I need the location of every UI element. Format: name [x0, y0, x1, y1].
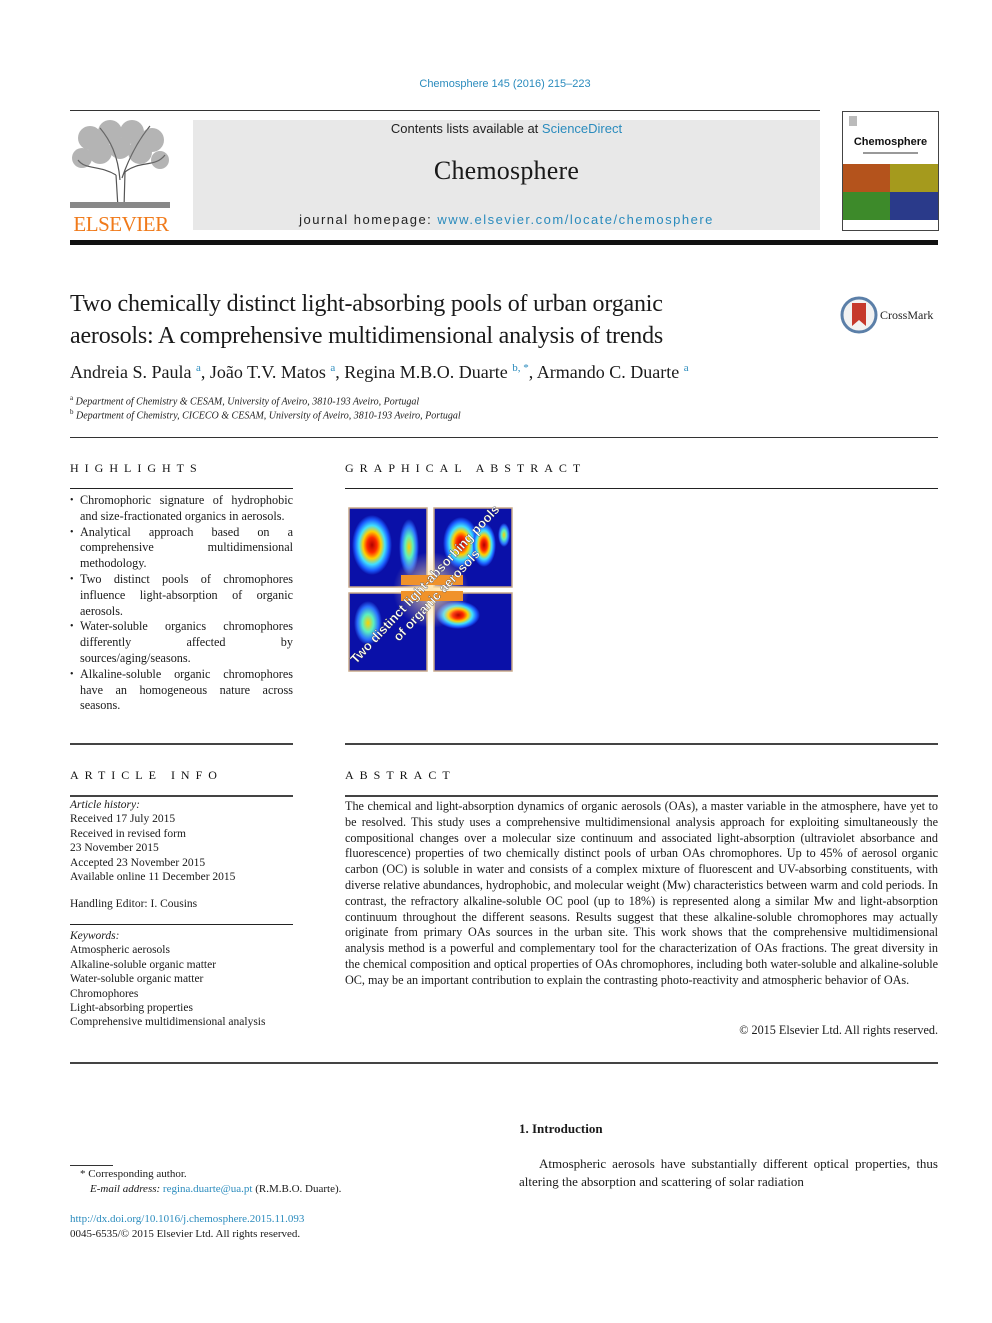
- cover-quadrant: [890, 192, 938, 220]
- graphical-abstract-image[interactable]: Two distinct light-absorbing pools of or…: [346, 502, 516, 675]
- crossmark-label: CrossMark: [880, 308, 934, 322]
- author-affiliation-marker[interactable]: a: [684, 362, 689, 374]
- journal-citation[interactable]: Chemosphere 145 (2016) 215–223: [0, 78, 992, 90]
- journal-name: Chemosphere: [433, 156, 580, 185]
- highlights-heading: HIGHLIGHTS: [70, 461, 203, 475]
- crossmark-icon: [840, 296, 878, 334]
- cover-subtitle: [863, 152, 918, 154]
- highlight-item: Chromophoric signature of hydrophobic an…: [70, 493, 293, 525]
- publisher-wordmark: ELSEVIER: [73, 212, 169, 236]
- history-item: Accepted 23 November 2015: [70, 856, 206, 869]
- abstract-text: The chemical and light-absorption dynami…: [345, 799, 938, 987]
- graphical-abstract-heading: GRAPHICAL ABSTRACT: [345, 461, 587, 475]
- highlights-rule: [70, 488, 293, 489]
- affiliation-text: Department of Chemistry & CESAM, Univers…: [75, 396, 420, 408]
- history-item: Received in revised form: [70, 827, 186, 840]
- contents-line: Contents lists available at ScienceDirec…: [193, 121, 820, 136]
- crossmark-badge[interactable]: CrossMark: [840, 296, 940, 336]
- affiliation: b Department of Chemistry, CICECO & CESA…: [70, 408, 461, 421]
- graphical-abstract-end-rule: [345, 743, 938, 745]
- author[interactable]: Andreia S. Paula a: [70, 362, 201, 382]
- history-label: Article history:: [70, 799, 140, 811]
- author-affiliation-marker[interactable]: b, *: [512, 362, 529, 374]
- author[interactable]: João T.V. Matos a: [210, 362, 335, 382]
- highlight-item: Two distinct pools of chromophores influ…: [70, 572, 293, 619]
- highlights-list: Chromophoric signature of hydrophobic an…: [70, 493, 293, 714]
- keyword: Alkaline-soluble organic matter: [70, 958, 217, 971]
- author-affiliation-marker[interactable]: a: [330, 362, 335, 374]
- front-matter-end-rule: [70, 1062, 938, 1064]
- affiliation-marker: b: [70, 408, 74, 416]
- section-divider: [70, 437, 938, 438]
- handling-editor: Handling Editor: I. Cousins: [70, 898, 198, 910]
- journal-cover[interactable]: Chemosphere: [842, 111, 939, 231]
- doi-link[interactable]: http://dx.doi.org/10.1016/j.chemosphere.…: [70, 1212, 304, 1226]
- contents-prefix: Contents lists available at: [390, 121, 542, 136]
- introduction-text: Atmospheric aerosols have substantially …: [519, 1156, 938, 1189]
- author[interactable]: Armando C. Duarte a: [537, 362, 689, 382]
- graphical-abstract-rule: [345, 488, 938, 489]
- keyword: Light-absorbing properties: [70, 1002, 193, 1015]
- email-label: E-mail address:: [90, 1183, 163, 1195]
- header-rule: [70, 110, 820, 111]
- abstract-rule: [345, 795, 938, 797]
- keyword: Chromophores: [70, 987, 139, 1000]
- author-affiliation-marker[interactable]: a: [196, 362, 201, 374]
- keywords: Keywords: Atmospheric aerosols Alkaline-…: [70, 929, 293, 1030]
- affiliation-text: Department of Chemistry, CICECO & CESAM,…: [76, 410, 461, 422]
- cover-title: Chemosphere: [853, 136, 928, 148]
- cover-quadrant: [843, 192, 890, 220]
- article-info-heading: ARTICLE INFO: [70, 768, 223, 782]
- affiliation-marker: a: [70, 394, 74, 402]
- abstract-copyright: © 2015 Elsevier Ltd. All rights reserved…: [739, 1023, 938, 1037]
- keywords-label: Keywords:: [70, 930, 120, 942]
- history-item: Available online 11 December 2015: [70, 871, 236, 884]
- email-suffix: (R.M.B.O. Duarte).: [252, 1183, 342, 1195]
- author[interactable]: Regina M.B.O. Duarte b, *: [344, 362, 528, 382]
- footnote-rule: [70, 1165, 113, 1166]
- abstract-heading: ABSTRACT: [345, 768, 456, 782]
- homepage-line: journal homepage: www.elsevier.com/locat…: [193, 212, 820, 227]
- issn-copyright: 0045-6535/© 2015 Elsevier Ltd. All right…: [70, 1228, 301, 1240]
- email-note: E-mail address: regina.duarte@ua.pt (R.M…: [90, 1182, 341, 1196]
- email-link[interactable]: regina.duarte@ua.pt: [163, 1183, 253, 1195]
- keyword: Comprehensive multidimensional analysis: [70, 1016, 266, 1029]
- highlight-item: Water-soluble organics chromophores diff…: [70, 619, 293, 666]
- affiliation: a Department of Chemistry & CESAM, Unive…: [70, 394, 419, 407]
- corresponding-author-note: * Corresponding author.: [80, 1168, 187, 1180]
- title-line-2: aerosols: A comprehensive multidimension…: [70, 323, 664, 349]
- cover-quadrant: [890, 164, 938, 192]
- keywords-rule: [70, 924, 293, 925]
- highlights-end-rule: [70, 743, 293, 745]
- elsevier-logo[interactable]: ELSEVIER: [70, 120, 172, 236]
- highlight-item: Alkaline-soluble organic chromophores ha…: [70, 667, 293, 714]
- introduction-heading: 1. Introduction: [519, 1121, 603, 1136]
- author-list: Andreia S. Paula a, João T.V. Matos a, R…: [70, 362, 689, 382]
- homepage-link[interactable]: www.elsevier.com/locate/chemosphere: [437, 212, 714, 227]
- highlight-item: Analytical approach based on a comprehen…: [70, 525, 293, 572]
- keyword: Water-soluble organic matter: [70, 973, 204, 986]
- header-thick-rule: [70, 240, 938, 245]
- article-info-rule: [70, 795, 293, 797]
- sciencedirect-link[interactable]: ScienceDirect: [542, 121, 622, 136]
- homepage-prefix: journal homepage:: [299, 212, 438, 227]
- eem-heatmap-panels: Two distinct light-absorbing pools of or…: [347, 502, 513, 672]
- article-history: Article history: Received 17 July 2015 R…: [70, 798, 293, 884]
- history-item: Received 17 July 2015: [70, 813, 176, 826]
- keyword: Atmospheric aerosols: [70, 944, 170, 957]
- article-title: Two chemically distinct light-absorbing …: [70, 288, 810, 352]
- history-item: 23 November 2015: [70, 842, 159, 855]
- title-line-1: Two chemically distinct light-absorbing …: [70, 291, 663, 317]
- elsevier-tree-icon: [70, 120, 170, 210]
- journal-masthead: Contents lists available at ScienceDirec…: [193, 120, 820, 230]
- cover-quadrant: [843, 164, 890, 192]
- cover-elsevier-icon: [849, 116, 857, 126]
